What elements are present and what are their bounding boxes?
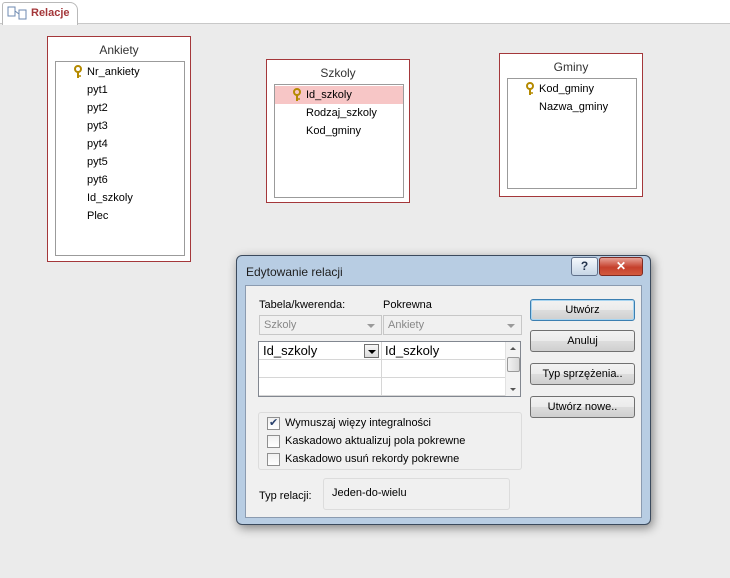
scroll-thumb[interactable] [507,357,520,372]
relation-type-label: Typ relacji: [259,490,312,502]
cancel-button[interactable]: Anuluj [530,330,635,352]
dialog-body: Tabela/kwerenda: Pokrewna Szkoly Ankiety… [245,285,642,518]
integrity-options-group: Wymuszaj więzy integralności Kaskadowo a… [258,412,522,470]
primary-key-icon [293,88,301,101]
field-row[interactable]: pyt1 [56,81,184,99]
checkbox-label: Kaskadowo aktualizuj pola pokrewne [285,435,466,447]
field-name: pyt3 [87,120,108,132]
field-row[interactable]: pyt5 [56,153,184,171]
field-row[interactable]: pyt3 [56,117,184,135]
vertical-scrollbar[interactable] [505,342,520,396]
related-combo: Ankiety [383,315,522,335]
field-row[interactable]: Rodzaj_szkoly [275,104,403,122]
tab-relacje[interactable]: Relacje [2,2,78,25]
join-type-button[interactable]: Typ sprzężenia.. [530,363,635,385]
cell-dropdown-button[interactable] [364,344,379,358]
field-name: Id_szkoly [87,192,133,204]
field-row[interactable]: Plec [56,207,184,225]
field-name: Nazwa_gminy [539,101,609,113]
field-list[interactable]: Kod_gminy Nazwa_gminy [507,78,637,189]
help-button[interactable]: ? [571,257,598,276]
grid-row[interactable] [259,360,505,378]
close-button[interactable]: ✕ [599,257,643,276]
field-name: pyt4 [87,138,108,150]
relation-type-value: Jeden-do-wielu [332,487,407,499]
scroll-up-icon[interactable] [506,342,521,356]
chevron-down-icon [507,324,515,328]
field-name: Id_szkoly [306,89,352,101]
grid-row[interactable]: Id_szkoly Id_szkoly [259,342,505,360]
checkbox-checked-icon[interactable] [267,416,280,430]
field-name: pyt6 [87,174,108,186]
create-new-button[interactable]: Utwórz nowe.. [530,396,635,418]
checkbox-label: Wymuszaj więzy integralności [285,417,432,429]
table-title: Szkoly [320,66,356,80]
field-row-selected[interactable]: Id_szkoly [275,86,403,104]
combo-value: Szkoly [264,319,297,331]
close-icon: ✕ [615,259,627,273]
field-mapping-grid[interactable]: Id_szkoly Id_szkoly [258,341,521,397]
edit-relationship-dialog: Edytowanie relacji ? ✕ Tabela/kwerenda: … [236,255,651,525]
checkbox-icon[interactable] [267,453,280,466]
table-gminy[interactable]: Gminy Kod_gminy Nazwa_gminy [499,53,643,197]
grid-row[interactable] [259,378,505,396]
checkbox-label: Kaskadowo usuń rekordy pokrewne [285,453,460,465]
table-title: Gminy [553,60,589,74]
table-szkoly[interactable]: Szkoly Id_szkoly Rodzaj_szkoly Kod_gminy [266,59,410,203]
primary-key-icon [526,82,534,95]
field-row[interactable]: pyt6 [56,171,184,189]
primary-key-icon [74,65,82,78]
scroll-down-icon[interactable] [506,382,521,396]
help-icon: ? [580,259,589,273]
field-name: Kod_gminy [306,125,362,137]
chevron-down-icon [367,324,375,328]
grid-cell-left[interactable]: Id_szkoly [263,342,317,360]
field-row[interactable]: pyt2 [56,99,184,117]
relationships-icon [7,6,27,20]
field-row[interactable]: Kod_gminy [275,122,403,140]
field-list[interactable]: Id_szkoly Rodzaj_szkoly Kod_gminy [274,84,404,198]
table-query-label: Tabela/kwerenda: [259,299,346,311]
checkbox-icon[interactable] [267,435,280,448]
field-name: Nr_ankiety [87,66,140,78]
combo-value: Ankiety [388,319,425,331]
tab-label: Relacje [31,7,70,19]
table-ankiety[interactable]: Ankiety Nr_ankiety pyt1 pyt2 pyt3 pyt4 p… [47,36,191,262]
field-name: pyt5 [87,156,108,168]
relation-type-box: Jeden-do-wielu [323,478,510,510]
field-row[interactable]: Nazwa_gminy [508,98,636,116]
dialog-title: Edytowanie relacji [246,265,343,279]
field-row[interactable]: Nr_ankiety [56,63,184,81]
field-name: Rodzaj_szkoly [306,107,377,119]
column-divider [381,342,382,396]
field-row[interactable]: pyt4 [56,135,184,153]
document-tab-strip: Relacje [0,0,730,25]
create-button[interactable]: Utwórz [530,299,635,321]
table-title: Ankiety [99,43,139,57]
field-name: pyt1 [87,84,108,96]
field-list[interactable]: Nr_ankiety pyt1 pyt2 pyt3 pyt4 pyt5 pyt6… [55,61,185,256]
field-name: pyt2 [87,102,108,114]
related-label: Pokrewna [383,299,432,311]
table-query-combo: Szkoly [259,315,382,335]
grid-cell-right[interactable]: Id_szkoly [385,342,439,360]
field-name: Plec [87,210,109,222]
field-name: Kod_gminy [539,83,595,95]
field-row[interactable]: Kod_gminy [508,80,636,98]
field-row[interactable]: Id_szkoly [56,189,184,207]
